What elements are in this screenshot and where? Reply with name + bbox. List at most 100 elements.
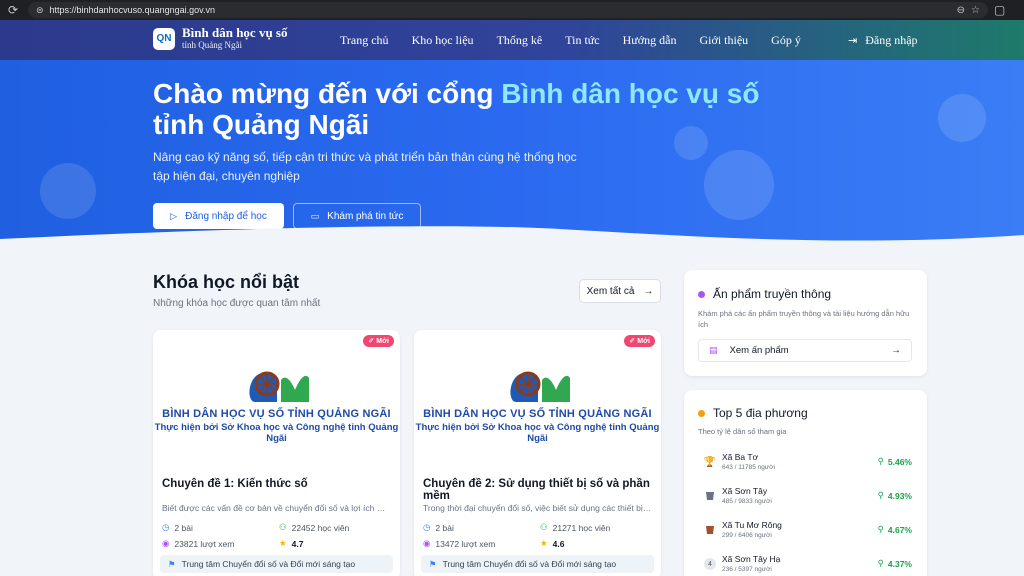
site-logo[interactable]: QN Bình dân học vụ số tỉnh Quảng Ngãi (153, 26, 288, 51)
hero-title-prefix: Chào mừng đến với cổng (153, 78, 502, 109)
logo-mark-icon: QN (153, 27, 175, 50)
clock-icon: ◷ (162, 522, 170, 532)
book-icon: ▭ (310, 210, 320, 221)
publications-panel: Ấn phẩm truyền thông Khám phá các ấn phẩ… (684, 270, 927, 376)
see-all-button[interactable]: Xem tất cả → (579, 279, 661, 303)
login-label: Đăng nhập (865, 33, 918, 47)
ranking-percent: ⚲ 4.67% (877, 524, 912, 535)
decor-circle (704, 150, 774, 220)
browser-toolbar: ⟳ ⊜ https://binhdanhocvuso.quangngai.gov… (0, 0, 1024, 20)
explore-news-label: Khám phá tin tức (327, 210, 404, 222)
logo-title: Bình dân học vụ số (182, 25, 288, 40)
hero-title: Chào mừng đến với cổng Bình dân học vụ s… (153, 78, 773, 140)
person-icon: ⚲ (877, 456, 884, 466)
reload-icon[interactable]: ⟳ (4, 1, 22, 19)
users-icon: ⚇ (540, 522, 548, 532)
person-icon: ⚲ (877, 524, 884, 534)
nav-item-guide[interactable]: Hướng dẫn (623, 33, 677, 48)
nav-item-about[interactable]: Giới thiệu (699, 33, 748, 48)
decor-circle (40, 163, 96, 219)
publications-description: Khám phá các ấn phẩm truyền thông và tài… (698, 309, 910, 329)
nav-item-statistics[interactable]: Thống kê (497, 33, 543, 48)
nav-item-feedback[interactable]: Góp ý (771, 33, 801, 48)
course-lessons: ◷ 2 bài (423, 522, 454, 533)
course-organizer: ⚑ Trung tâm Chuyển đổi số và Đổi mới sáng… (160, 555, 393, 573)
course-views: ◉ 13472 lượt xem (423, 538, 496, 549)
course-logo-icon (249, 371, 309, 402)
ranking-stat: 299 / 6406 người (722, 532, 772, 539)
hero-wave (0, 226, 1024, 260)
ranking-percent: ⚲ 4.37% (877, 558, 912, 569)
publications-title: Ấn phẩm truyền thông (698, 287, 831, 301)
top5-title: Top 5 địa phương (698, 406, 808, 420)
login-link[interactable]: ⇥ Đăng nhập (848, 33, 918, 48)
person-icon: ⚲ (877, 558, 884, 568)
course-description: Biết được các vấn đề cơ bản về chuyển đổ… (162, 503, 392, 513)
ranking-row[interactable]: 4 Xã Sơn Tây Hạ 236 / 5397 người ⚲ 4.37% (698, 554, 912, 576)
trophy-icon: 🏆 (703, 456, 717, 468)
star-icon: ★ (540, 538, 548, 548)
logo-subtitle: tỉnh Quảng Ngãi (182, 40, 242, 50)
course-title[interactable]: Chuyên đề 1: Kiến thức số (162, 478, 308, 490)
new-badge: ✐ Mới (624, 335, 655, 347)
medal-bronze-icon (704, 524, 716, 536)
zoom-icon[interactable]: ⊖ (957, 5, 965, 16)
users-icon: ⚇ (279, 522, 287, 532)
login-icon: ⇥ (848, 35, 858, 47)
course-card[interactable]: ✐ Mới BÌNH DÂN HỌC VỤ SỐ TỈNH QUẢNG NGÃI… (153, 330, 400, 576)
site-info-icon[interactable]: ⊜ (36, 5, 44, 16)
course-card[interactable]: ✐ Mới BÌNH DÂN HỌC VỤ SỐ TỈNH QUẢNG NGÃI… (414, 330, 661, 576)
address-bar[interactable]: ⊜ https://binhdanhocvuso.quangngai.gov.v… (28, 2, 988, 18)
course-organizer: ⚑ Trung tâm Chuyển đổi số và Đổi mới sáng… (421, 555, 654, 573)
course-rating: ★ 4.6 (540, 538, 565, 549)
ranking-stat: 643 / 11785 người (722, 464, 775, 471)
nav-item-news[interactable]: Tin tức (565, 33, 599, 48)
play-icon: ▷ (170, 210, 178, 221)
course-brand-line: BÌNH DÂN HỌC VỤ SỐ TỈNH QUẢNG NGÃI (162, 408, 391, 420)
building-icon: ⚑ (168, 558, 176, 569)
hero-subtitle: Nâng cao kỹ năng số, tiếp cận tri thức v… (153, 150, 577, 183)
decor-circle (938, 94, 986, 142)
course-description: Trong thời đại chuyển đổi số, việc biết … (423, 503, 653, 513)
ranking-row[interactable]: Xã Sơn Tây 485 / 9833 người ⚲ 4.93% (698, 486, 912, 514)
ranking-row[interactable]: Xã Tu Mơ Rông 299 / 6406 người ⚲ 4.67% (698, 520, 912, 548)
featured-subtitle: Những khóa học được quan tâm nhất (153, 298, 321, 309)
new-badge: ✐ Mới (363, 335, 394, 347)
extensions-icon[interactable]: ▢ (994, 3, 1005, 17)
view-publications-label: Xem ấn phẩm (729, 345, 789, 356)
login-to-learn-label: Đăng nhập để học (185, 210, 267, 222)
top5-description: Theo tỷ lệ dân số tham gia (698, 427, 787, 436)
view-publications-button[interactable]: ▤ Xem ấn phẩm → (698, 339, 912, 362)
rank-4-icon: 4 (704, 558, 716, 570)
site-header: QN Bình dân học vụ số tỉnh Quảng Ngãi Tr… (0, 20, 1024, 60)
ranking-name: Xã Tu Mơ Rông (722, 520, 782, 530)
eye-icon: ◉ (162, 538, 170, 548)
course-lessons: ◷ 2 bài (162, 522, 193, 533)
url-text: https://binhdanhocvuso.quangngai.gov.vn (49, 5, 216, 15)
nav-item-resources[interactable]: Kho học liệu (412, 33, 474, 48)
ranking-name: Xã Sơn Tây (722, 486, 768, 496)
clock-icon: ◷ (423, 522, 431, 532)
medal-silver-icon (704, 490, 716, 502)
course-brand-subline: Thực hiện bởi Sở Khoa học và Công nghệ t… (154, 422, 399, 444)
ranking-row[interactable]: 🏆 Xã Ba Tơ 643 / 11785 người ⚲ 5.46% (698, 452, 912, 480)
featured-title: Khóa học nổi bật (153, 272, 299, 292)
ranking-stat: 485 / 9833 người (722, 498, 772, 505)
top5-panel: Top 5 địa phương Theo tỷ lệ dân số tham … (684, 390, 927, 576)
eye-icon: ◉ (423, 538, 431, 548)
star-icon: ★ (279, 538, 287, 548)
course-title[interactable]: Chuyên đề 2: Sử dụng thiết bị số và phần… (423, 478, 661, 502)
nav-item-home[interactable]: Trang chủ (340, 33, 389, 48)
see-all-label: Xem tất cả (586, 285, 635, 297)
course-brand-subline: Thực hiện bởi Sở Khoa học và Công nghệ t… (415, 422, 660, 444)
course-views: ◉ 23821 lượt xem (162, 538, 235, 549)
main-nav: Trang chủ Kho học liệu Thống kê Tin tức … (340, 20, 824, 60)
course-students: ⚇ 21271 học viên (540, 522, 611, 533)
bookmark-star-icon[interactable]: ☆ (971, 5, 980, 16)
course-logo-icon (510, 371, 570, 402)
hero-banner: Chào mừng đến với cổng Bình dân học vụ s… (0, 60, 1024, 260)
building-icon: ⚑ (429, 558, 437, 569)
purple-dot-icon (698, 290, 705, 298)
ranking-stat: 236 / 5397 người (722, 566, 772, 573)
ranking-name: Xã Sơn Tây Hạ (722, 554, 781, 564)
